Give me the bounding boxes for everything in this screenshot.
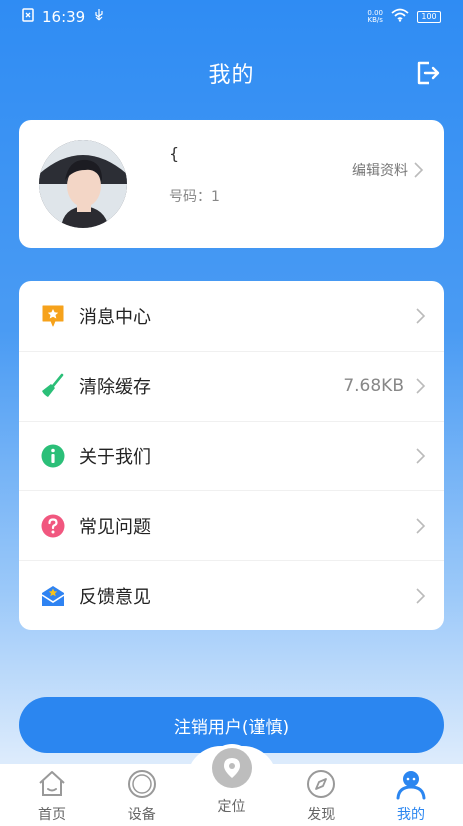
tab-label: 设备 [127,807,156,823]
broom-icon [42,373,64,398]
menu-item-label: 清除缓存 [79,377,151,399]
location-icon [223,758,240,778]
chevron-right-icon [414,162,424,178]
menu-item-label: 关于我们 [79,446,151,468]
settings-menu: 消息中心 清除缓存 7.68KB 关于我们 常见问题 反馈意见 [19,281,444,630]
home-icon [39,771,65,796]
menu-item-label: 反馈意见 [79,586,151,608]
chevron-right-icon [416,448,426,464]
user-icon [396,771,426,800]
tab-label: 我的 [397,807,425,823]
avatar[interactable] [39,140,127,228]
profile-card[interactable]: { 号码：1 编辑资料 [19,120,444,248]
cache-size: 7.68KB [343,376,404,397]
menu-item-messages[interactable]: 消息中心 [19,281,444,351]
chevron-right-icon [416,308,426,324]
tab-label: 定位 [217,799,246,815]
usb-icon [93,8,105,26]
chevron-right-icon [416,588,426,604]
tab-discover[interactable]: 发现 [281,764,361,826]
tab-mine[interactable]: 我的 [371,764,451,826]
chevron-right-icon [416,518,426,534]
menu-item-about-us[interactable]: 关于我们 [19,420,444,491]
message-icon [42,305,64,327]
tab-label: 首页 [38,807,66,823]
compass-icon [307,770,336,798]
battery-icon: 100 [417,11,441,23]
network-speed: 0.00 KB/s [367,9,383,24]
tab-location[interactable]: 定位 [192,744,272,826]
question-icon [41,514,65,538]
chevron-right-icon [416,378,426,394]
menu-item-clear-cache[interactable]: 清除缓存 7.68KB [19,350,444,421]
logout-icon[interactable] [415,60,441,86]
sim-icon [22,8,34,26]
phone-number: 号码：1 [169,189,220,205]
tab-label: 发现 [307,807,336,823]
status-time: 16:39 [42,8,86,26]
feedback-icon [41,585,65,606]
menu-item-label: 消息中心 [79,306,151,328]
top-bar: 我的 [0,50,463,96]
edit-profile-label: 编辑资料 [352,163,408,179]
nickname: { [169,144,180,163]
tab-home[interactable]: 首页 [12,764,92,826]
bottom-tab-bar: 首页 设备 定位 发现 我的 [0,744,463,826]
edit-profile-link[interactable]: 编辑资料 [352,160,424,180]
tab-device[interactable]: 设备 [102,764,182,826]
status-bar: 16:39 0.00 KB/s 100 [0,0,463,34]
info-icon [41,444,65,468]
page-title: 我的 [208,63,255,88]
menu-item-faq[interactable]: 常见问题 [19,490,444,560]
wifi-icon [391,8,409,26]
menu-item-feedback[interactable]: 反馈意见 [19,560,444,630]
device-icon [127,770,156,798]
menu-item-label: 常见问题 [79,516,151,538]
